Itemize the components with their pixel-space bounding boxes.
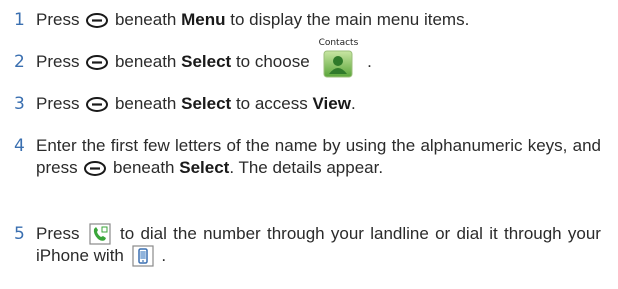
select-label: Select bbox=[179, 158, 230, 177]
step-number: 1 bbox=[14, 10, 25, 30]
step-number: 2 bbox=[14, 52, 25, 72]
step-text: Press to dial the number through your la… bbox=[36, 223, 601, 267]
contacts-menu-item: Contacts bbox=[317, 38, 359, 78]
softkey-icon bbox=[84, 161, 107, 176]
step-number: 4 bbox=[14, 136, 25, 156]
view-label: View bbox=[312, 94, 351, 113]
menu-label: Menu bbox=[181, 10, 226, 29]
select-label: Select bbox=[181, 52, 232, 71]
contacts-label: Contacts bbox=[318, 37, 359, 48]
step-text: Press beneath Menu to display the main m… bbox=[36, 10, 470, 29]
step-number: 3 bbox=[14, 94, 25, 114]
step-number: 5 bbox=[14, 224, 25, 244]
step-text: Press beneath Select to choose Contacts bbox=[36, 38, 601, 78]
step-text: Enter the first few letters of the name … bbox=[36, 136, 601, 177]
softkey-icon bbox=[86, 55, 109, 70]
landline-call-icon bbox=[89, 223, 111, 245]
contacts-icon bbox=[323, 50, 353, 78]
softkey-icon bbox=[86, 97, 109, 112]
softkey-icon bbox=[86, 13, 109, 28]
select-label: Select bbox=[181, 94, 232, 113]
step-text: Press beneath Select to access View. bbox=[36, 94, 356, 113]
iphone-icon bbox=[132, 245, 154, 267]
